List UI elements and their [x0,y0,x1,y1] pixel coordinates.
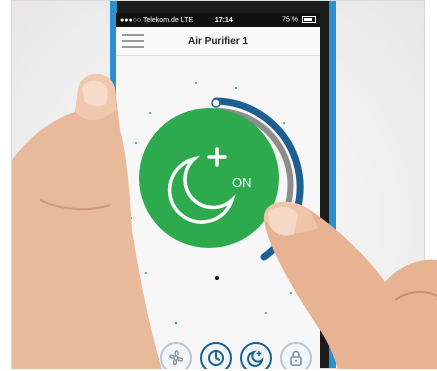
hands-photo [12,73,437,370]
left-hand [12,73,162,370]
right-hand [263,201,437,369]
